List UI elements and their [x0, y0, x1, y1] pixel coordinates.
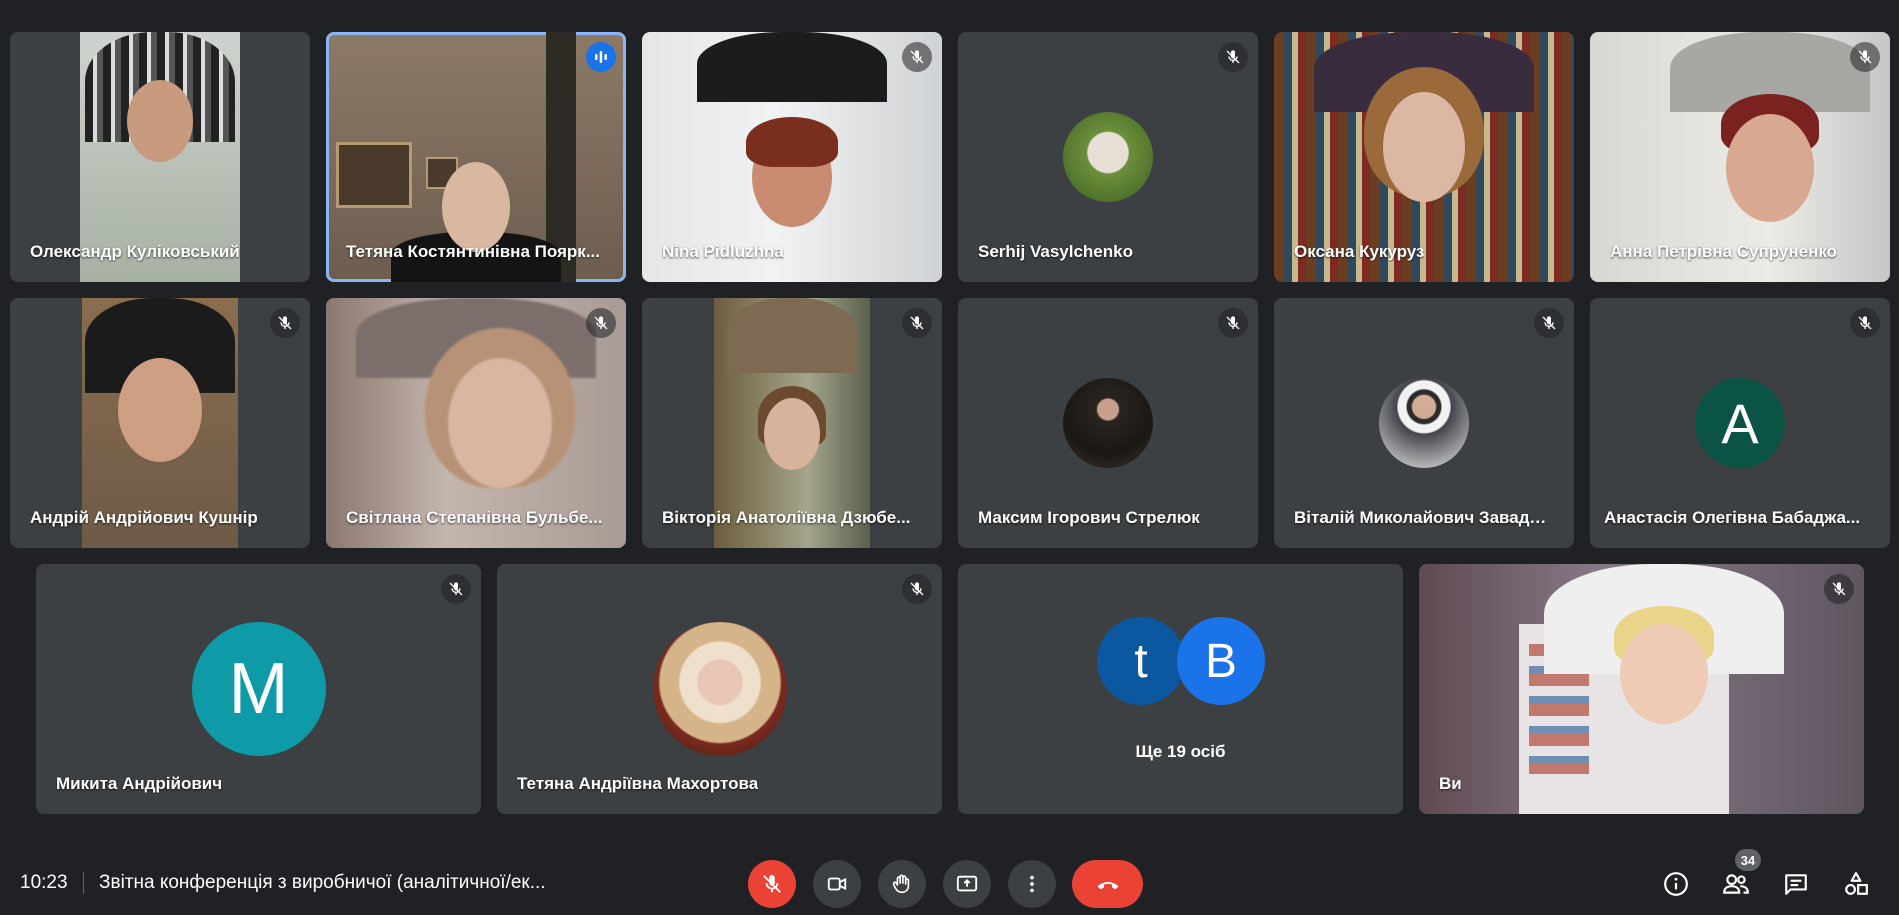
meeting-details-button[interactable] [1656, 864, 1696, 904]
hand-icon [892, 874, 910, 894]
participant-name: Максим Ігорович Стрелюк [978, 508, 1200, 527]
participant-tile[interactable]: Світлана Степанівна Бульбе... [326, 298, 626, 548]
avatar-letter: M [228, 649, 289, 729]
meeting-title: Звітна конференція з виробничої (аналіти… [99, 872, 546, 893]
participant-name: Світлана Степанівна Бульбе... [346, 508, 603, 527]
participant-name: Тетяна Андріївна Махортова [517, 774, 759, 793]
chat-icon [1785, 874, 1807, 895]
activities-shapes-icon [1845, 872, 1868, 895]
participant-name: Анна Петрівна Супруненко [1610, 242, 1838, 261]
call-end-icon [1097, 881, 1118, 890]
participant-name: Вікторія Анатоліївна Дзюбе... [662, 508, 911, 527]
participant-name: Віталій Миколайович Завадсь... [1294, 508, 1554, 527]
others-avatar: B [1177, 617, 1265, 705]
participant-name: Тетяна Костянтинівна Поярк... [346, 242, 600, 261]
participant-tile[interactable]: Максим Ігорович Стрелюк [958, 298, 1258, 548]
participant-tile[interactable]: Віталій Миколайович Завадсь... [1274, 298, 1574, 548]
participant-avatar [1063, 112, 1153, 202]
microphone-toggle-button[interactable] [748, 860, 796, 908]
participant-name: Ви [1439, 774, 1462, 793]
mic-off-icon [1534, 308, 1564, 338]
participant-avatar [652, 622, 787, 756]
participant-tile[interactable]: Олександр Куліковський [10, 32, 310, 282]
mic-off-icon [902, 308, 932, 338]
meeting-toolbar: 10:23 Звітна конференція з виробничої (а… [0, 849, 1899, 915]
participant-name: Анастасія Олегівна Бабаджа... [1604, 508, 1861, 527]
more-options-button[interactable] [1008, 860, 1056, 908]
activities-button[interactable] [1836, 864, 1876, 904]
participant-count-badge: 34 [1735, 849, 1761, 871]
present-screen-icon [956, 875, 978, 892]
participant-name: Serhij Vasylchenko [978, 242, 1133, 261]
mic-off-icon [1218, 308, 1248, 338]
mic-off-icon [1850, 308, 1880, 338]
speaking-indicator-icon [586, 42, 616, 72]
mic-off-icon [270, 308, 300, 338]
info-icon [1664, 872, 1688, 896]
participant-tile[interactable]: Serhij Vasylchenko [958, 32, 1258, 282]
mic-off-icon [1824, 574, 1854, 604]
participant-tile[interactable]: Анна Петрівна Супруненко [1590, 32, 1890, 282]
mic-off-icon [902, 42, 932, 72]
participant-tile[interactable]: M Микита Андрійович [36, 564, 481, 814]
people-icon [1723, 874, 1749, 894]
mic-off-icon [763, 874, 781, 893]
mic-off-icon [1850, 42, 1880, 72]
chat-button[interactable] [1776, 864, 1816, 904]
participant-tile[interactable]: Оксана Кукуруз [1274, 32, 1574, 282]
mic-off-icon [902, 574, 932, 604]
camera-toggle-button[interactable] [813, 860, 861, 908]
participant-tile[interactable]: Тетяна Андріївна Махортова [497, 564, 942, 814]
participant-name: Оксана Кукуруз [1294, 242, 1425, 261]
avatar-letter: B [1204, 634, 1237, 688]
avatar-letter: A [1721, 391, 1759, 455]
present-screen-button[interactable] [943, 860, 991, 908]
mic-off-icon [441, 574, 471, 604]
participant-avatar: A [1695, 378, 1785, 468]
raise-hand-button[interactable] [878, 860, 926, 908]
self-video [1419, 564, 1864, 814]
self-tile[interactable]: Ви [1419, 564, 1864, 814]
participant-tile[interactable]: Андрій Андрійович Кушнір [10, 298, 310, 548]
avatar-letter: t [1134, 634, 1148, 688]
participant-tile[interactable]: A Анастасія Олегівна Бабаджа... [1590, 298, 1890, 548]
participant-name: Микита Андрійович [56, 774, 223, 793]
participant-tile[interactable]: Nina Pidluzhna [642, 32, 942, 282]
participant-avatar: M [191, 622, 326, 756]
participant-tile[interactable]: Вікторія Анатоліївна Дзюбе... [642, 298, 942, 548]
participant-name: Олександр Куліковський [30, 242, 240, 261]
participant-avatar [1063, 378, 1153, 468]
participant-name: Андрій Андрійович Кушнір [30, 508, 258, 527]
mic-off-icon [1218, 42, 1248, 72]
others-count-label: Ще 19 осіб [1135, 742, 1226, 761]
others-tile[interactable]: t B Ще 19 осіб [958, 564, 1403, 814]
leave-call-button[interactable] [1072, 860, 1143, 908]
divider [83, 872, 84, 894]
more-vert-icon [1030, 875, 1034, 893]
participant-name: Nina Pidluzhna [662, 242, 784, 261]
video-camera-icon [827, 877, 847, 891]
others-avatar: t [1097, 617, 1185, 705]
meeting-clock: 10:23 [20, 872, 68, 893]
mic-off-icon [586, 308, 616, 338]
participant-tile-speaking[interactable]: Тетяна Костянтинівна Поярк... [326, 32, 626, 282]
participant-avatar [1379, 378, 1469, 468]
